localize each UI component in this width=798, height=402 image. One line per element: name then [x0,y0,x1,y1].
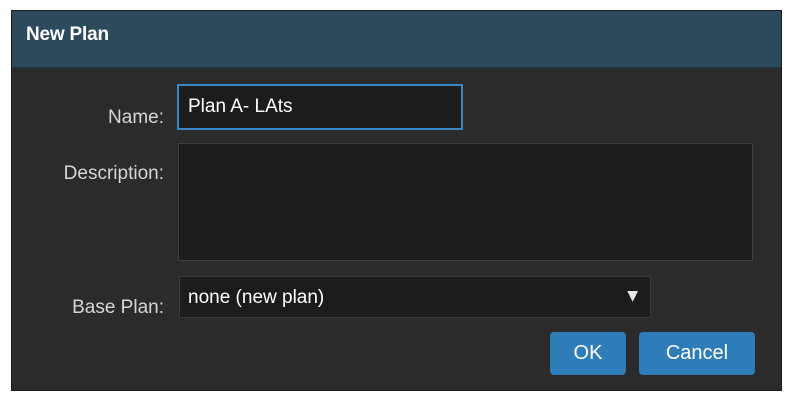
description-textarea[interactable] [178,143,753,261]
dialog-titlebar[interactable]: New Plan [12,11,781,68]
dialog-title: New Plan [26,24,109,45]
name-input[interactable] [177,84,463,130]
new-plan-dialog: New Plan Name: Description: Base Plan: n… [11,10,782,391]
base-plan-select[interactable]: none (new plan) ▼ [179,276,651,318]
dropdown-arrow-icon[interactable]: ▼ [627,288,638,304]
cancel-button[interactable]: Cancel [639,332,755,375]
ok-button[interactable]: OK [550,332,626,375]
base-plan-selected-value: none (new plan) [188,287,325,308]
base-plan-label: Base Plan: [72,297,164,318]
name-label: Name: [108,107,164,128]
description-label: Description: [63,163,164,184]
